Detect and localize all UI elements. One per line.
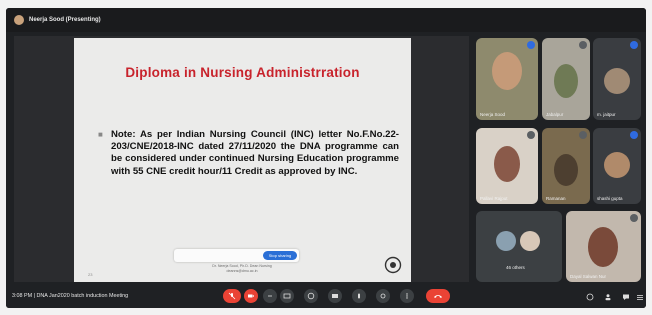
- menu-icon: [637, 295, 643, 300]
- slide-footer-line2: deanns@dmu.ac.in: [226, 268, 258, 273]
- presenter-avatar: [14, 15, 24, 25]
- participant-name: m. jaitpur: [597, 112, 616, 117]
- reactions-button[interactable]: [304, 289, 318, 303]
- participant-name: shashi gupta: [597, 196, 623, 201]
- camera-off-icon: [248, 294, 254, 298]
- participant-tile[interactable]: Dayal Salwan Nur: [566, 211, 641, 282]
- participant-tile[interactable]: Neerja Sood: [476, 38, 538, 120]
- mic-off-icon: [579, 131, 587, 139]
- chevron-icon: [268, 295, 272, 297]
- bullet-icon: ■: [98, 130, 103, 139]
- people-button[interactable]: [604, 293, 612, 301]
- more-menu-button[interactable]: [400, 289, 414, 303]
- chat-icon: [623, 294, 629, 300]
- more-vert-icon: [406, 293, 408, 299]
- participant-photo: [492, 52, 522, 90]
- raise-hand-button[interactable]: [352, 289, 366, 303]
- info-icon: [586, 293, 594, 301]
- participant-tile[interactable]: Ramanan: [542, 128, 590, 204]
- speaking-icon: [527, 41, 535, 49]
- present-button[interactable]: [328, 289, 342, 303]
- camera-off-button[interactable]: [244, 289, 258, 303]
- university-logo-icon: [384, 256, 402, 274]
- captions-button[interactable]: [280, 289, 294, 303]
- leave-call-button[interactable]: [426, 289, 450, 303]
- settings-icon: [380, 293, 386, 299]
- participant-avatar: [604, 152, 630, 178]
- mic-off-icon: [630, 214, 638, 222]
- people-icon: [605, 294, 611, 301]
- participant-photo: [494, 146, 520, 182]
- presenter-bar: Neerja Sood (Presenting): [6, 8, 646, 32]
- mic-off-button[interactable]: [223, 289, 241, 303]
- meeting-info: 3:08 PM | DNA Jan2020 batch induction Me…: [12, 293, 129, 299]
- mic-off-icon: [579, 41, 587, 49]
- participant-name: Jabalpur: [546, 112, 564, 117]
- shared-screen: Diploma in Nursing Administrration ■ Not…: [14, 36, 469, 282]
- participant-photo: [554, 64, 578, 98]
- presenter-label: Neerja Sood (Presenting): [29, 17, 101, 23]
- control-bar: 3:08 PM | DNA Jan2020 batch induction Me…: [6, 286, 646, 308]
- emoji-icon: [307, 292, 315, 300]
- others-avatar: [496, 231, 516, 251]
- others-avatar: [520, 231, 540, 251]
- participant-tile[interactable]: shashi gupta: [593, 128, 641, 204]
- captions-icon: [283, 293, 291, 299]
- participant-tile[interactable]: Jabalpur: [542, 38, 590, 120]
- participant-photo: [554, 154, 578, 186]
- sharing-toolbar: Stop sharing: [174, 249, 299, 262]
- meeting-window: Neerja Sood (Presenting) Diploma in Nurs…: [6, 8, 646, 308]
- present-screen-icon: [332, 294, 338, 298]
- participant-name: Neerja Sood: [480, 112, 506, 117]
- chat-button[interactable]: [622, 293, 630, 301]
- mic-off-icon: [630, 131, 638, 139]
- slide-footer: Dr. Neerja Sood, Ph.D. Dean Nursing dean…: [194, 264, 290, 273]
- stop-sharing-button[interactable]: Stop sharing: [263, 251, 297, 260]
- participant-name: Dayal Salwan Nur: [570, 274, 607, 279]
- slide-title: Diploma in Nursing Administrration: [125, 65, 360, 80]
- hang-up-icon: [434, 295, 442, 298]
- slide-page-number: 23: [88, 272, 93, 277]
- more-options-button[interactable]: [263, 289, 277, 303]
- participant-tile[interactable]: m. jaitpur: [593, 38, 641, 120]
- others-tile[interactable]: 46 others: [476, 211, 562, 282]
- participant-name: Ramanan: [546, 196, 566, 201]
- mic-off-icon: [527, 131, 535, 139]
- participant-name: Pallavi Rajput: [480, 196, 508, 201]
- mic-off-icon: [228, 292, 236, 300]
- hand-icon: [358, 293, 360, 299]
- participant-tile[interactable]: Pallavi Rajput: [476, 128, 538, 204]
- settings-button[interactable]: [376, 289, 390, 303]
- others-count: 46 others: [506, 265, 525, 270]
- participant-photo: [588, 227, 618, 267]
- presenter-chip[interactable]: Neerja Sood (Presenting): [14, 14, 101, 26]
- presentation-slide: Diploma in Nursing Administrration ■ Not…: [74, 38, 411, 282]
- slide-note: Note: As per Indian Nursing Council (INC…: [111, 129, 399, 177]
- mic-off-icon: [630, 41, 638, 49]
- info-button[interactable]: [586, 293, 594, 301]
- participant-avatar: [604, 68, 630, 94]
- activities-button[interactable]: [636, 293, 644, 301]
